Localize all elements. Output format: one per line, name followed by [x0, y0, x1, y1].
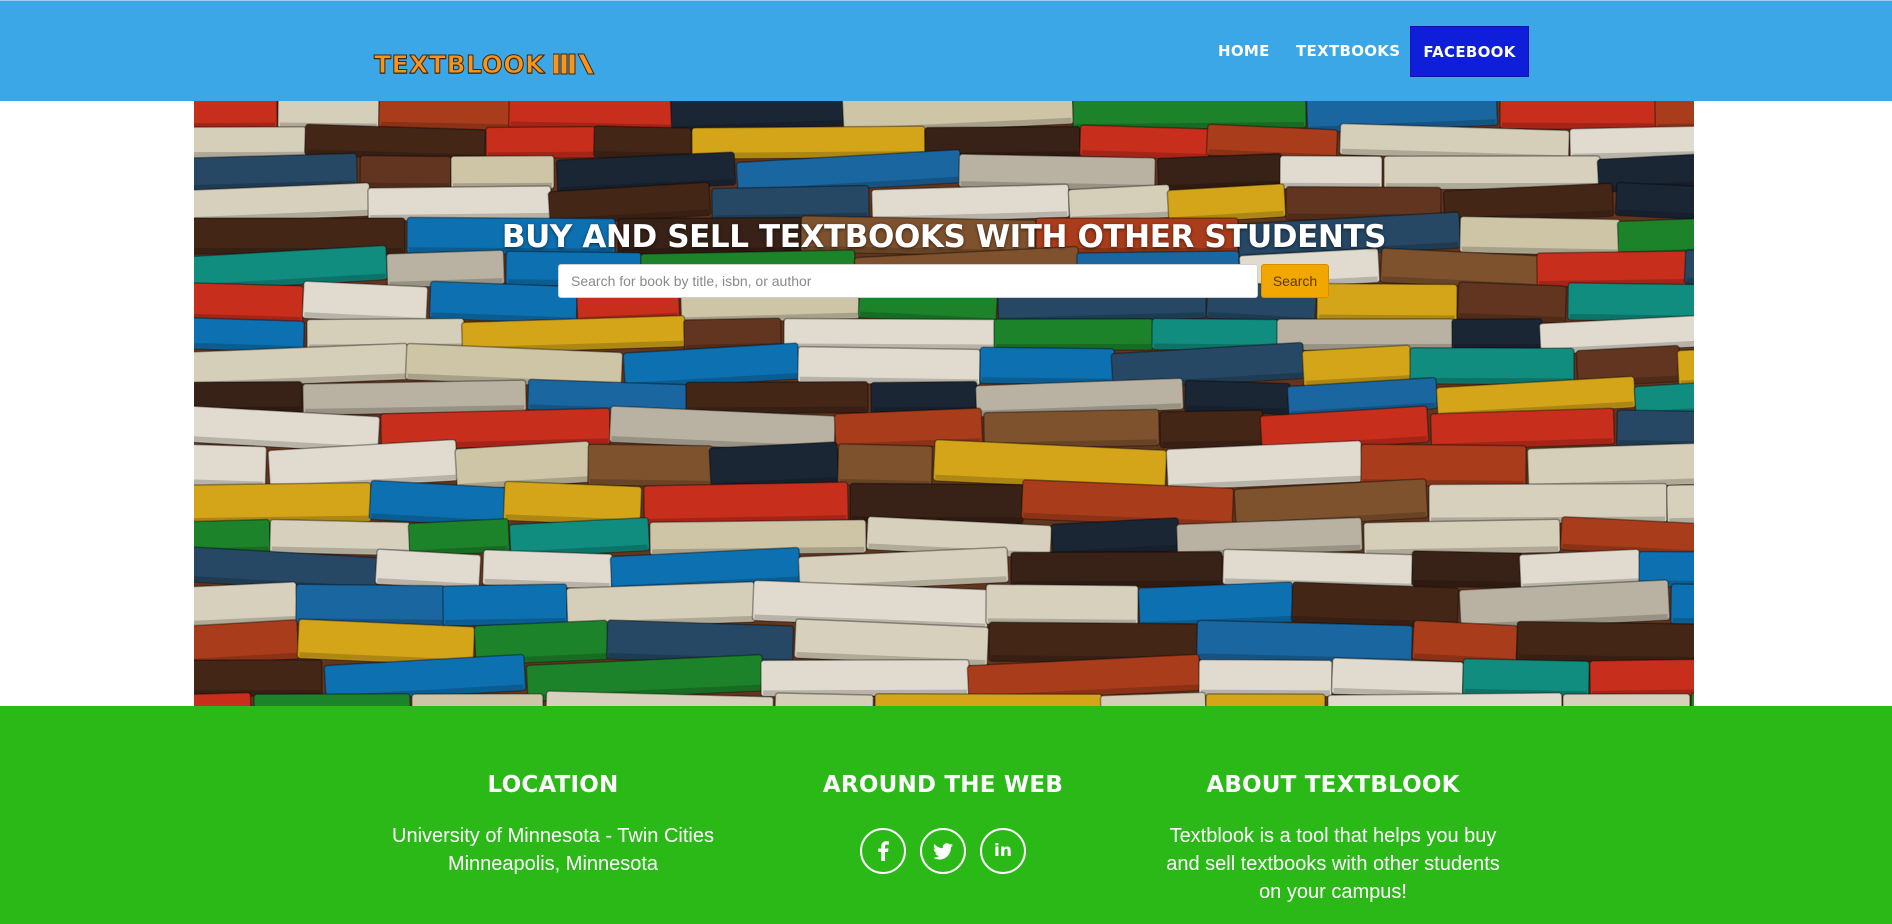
facebook-social-button[interactable]	[860, 828, 906, 874]
book-search-input[interactable]	[558, 264, 1258, 298]
search-button[interactable]: Search	[1261, 264, 1329, 298]
nav-home-link[interactable]: HOME	[1218, 26, 1270, 77]
top-navbar: TEXTBLOOK HOME TEXTBOOKS FACEBOOK	[0, 0, 1892, 101]
location-text: University of Minnesota - Twin Cities Mi…	[373, 822, 733, 878]
location-line-1: University of Minnesota - Twin Cities	[392, 825, 714, 847]
hero-title: BUY AND SELL TEXTBOOKS WITH OTHER STUDEN…	[501, 219, 1387, 255]
twitter-social-button[interactable]	[920, 828, 966, 874]
around-the-web-heading: AROUND THE WEB	[822, 772, 1064, 798]
footer-around-the-web: AROUND THE WEB in	[793, 770, 1093, 874]
nav-textbooks-link[interactable]: TEXTBOOKS	[1296, 26, 1400, 77]
footer-location: LOCATION University of Minnesota - Twin …	[373, 770, 733, 878]
location-heading: LOCATION	[487, 772, 619, 798]
linkedin-icon: in	[994, 841, 1012, 861]
linkedin-social-button[interactable]: in	[980, 828, 1026, 874]
about-heading: ABOUT TEXTBLOOK	[1206, 772, 1460, 798]
about-text: Textblook is a tool that helps you buy a…	[1166, 825, 1500, 903]
footer-about: ABOUT TEXTBLOOK Textblook is a tool that…	[1143, 770, 1523, 906]
facebook-icon	[878, 841, 889, 861]
books-background-image	[194, 101, 1694, 706]
location-line-2: Minneapolis, Minnesota	[447, 853, 659, 875]
footer: LOCATION University of Minnesota - Twin …	[0, 706, 1892, 924]
nav-facebook-link[interactable]: FACEBOOK	[1410, 26, 1529, 77]
main-nav: HOME TEXTBOOKS FACEBOOK	[0, 26, 1892, 77]
hero-banner: BUY AND SELL TEXTBOOKS WITH OTHER STUDEN…	[194, 101, 1694, 706]
twitter-icon	[933, 842, 953, 859]
social-links: in	[793, 828, 1093, 874]
